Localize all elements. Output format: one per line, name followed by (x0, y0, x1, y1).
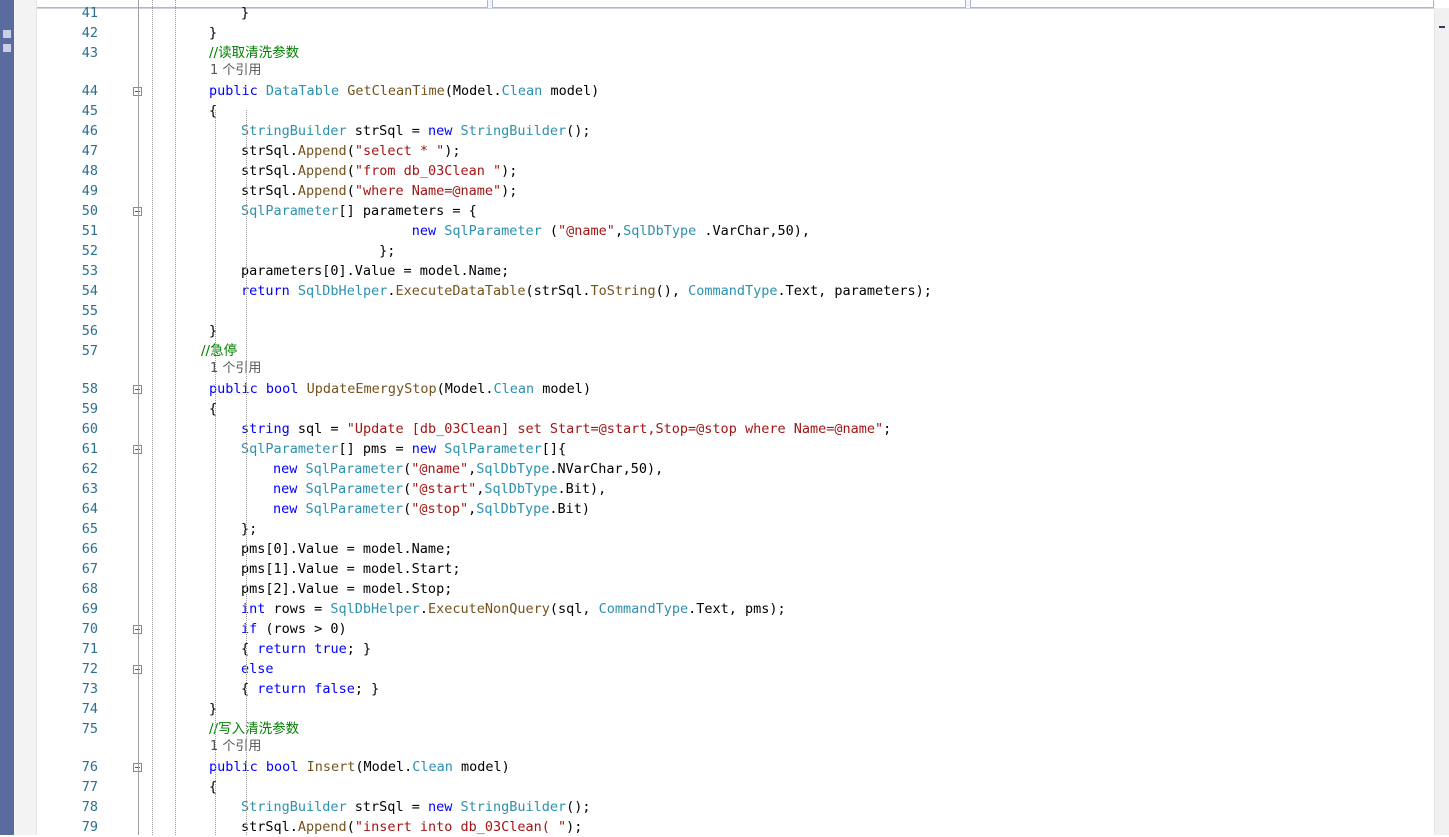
code-line[interactable]: public bool Insert(Model.Clean model) (209, 757, 510, 777)
line-number: 46 (81, 123, 98, 139)
indent-guide (175, 0, 176, 835)
code-line[interactable]: strSql.Append("select * "); (241, 141, 461, 161)
line-number: 62 (81, 461, 98, 477)
code-line[interactable]: if (rows > 0) (241, 619, 347, 639)
line-number: 51 (81, 223, 98, 239)
code-line[interactable]: }; (241, 241, 395, 261)
code-line[interactable]: StringBuilder strSql = new StringBuilder… (241, 797, 591, 817)
indent-guide (152, 0, 153, 835)
line-number: 42 (81, 25, 98, 41)
code-line[interactable]: pms[2].Value = model.Stop; (241, 579, 452, 599)
line-number: 68 (81, 581, 98, 597)
code-line[interactable]: SqlParameter[] parameters = { (241, 201, 477, 221)
code-line[interactable]: strSql.Append("from db_03Clean "); (241, 161, 517, 181)
line-number: 53 (81, 263, 98, 279)
line-number: 49 (81, 183, 98, 199)
code-line[interactable]: SqlParameter[] pms = new SqlParameter[]{ (241, 439, 566, 459)
line-number: 47 (81, 143, 98, 159)
indent-guide (215, 110, 216, 835)
code-line[interactable]: new SqlParameter("@start",SqlDbType.Bit)… (273, 479, 606, 499)
line-number: 65 (81, 521, 98, 537)
line-number: 58 (81, 381, 98, 397)
editor-glyph-margin (14, 0, 37, 835)
code-line[interactable]: } (209, 23, 217, 43)
type-dropdown[interactable] (492, 0, 966, 8)
line-number: 55 (81, 303, 98, 319)
code-line[interactable]: //急停 (201, 341, 237, 361)
line-number: 41 (81, 5, 98, 21)
line-number: 69 (81, 601, 98, 617)
indent-guide (246, 110, 247, 835)
line-number: 57 (81, 343, 98, 359)
code-line[interactable]: public DataTable GetCleanTime(Model.Clea… (209, 81, 599, 101)
line-number: 66 (81, 541, 98, 557)
line-number: 52 (81, 243, 98, 259)
reference-count-codelens[interactable]: 1 个引用 (210, 738, 261, 756)
code-line[interactable]: } (241, 3, 249, 23)
code-line[interactable]: public bool UpdateEmergyStop(Model.Clean… (209, 379, 591, 399)
editor-navigation-bar (14, 0, 1435, 9)
line-number: 63 (81, 481, 98, 497)
member-dropdown[interactable] (970, 0, 1434, 8)
line-number: 78 (81, 799, 98, 815)
line-number: 72 (81, 661, 98, 677)
line-number: 56 (81, 323, 98, 339)
code-line[interactable]: }; (241, 519, 257, 539)
code-line[interactable]: new SqlParameter ("@name",SqlDbType .Var… (241, 221, 810, 241)
line-number: 74 (81, 701, 98, 717)
line-number: 76 (81, 759, 98, 775)
code-line[interactable]: //写入清洗参数 (209, 719, 299, 739)
code-line[interactable]: { return true; } (241, 639, 371, 659)
code-line[interactable]: string sql = "Update [db_03Clean] set St… (241, 419, 891, 439)
code-line[interactable]: //读取清洗参数 (209, 43, 299, 63)
line-number: 73 (81, 681, 98, 697)
line-number: 43 (81, 45, 98, 61)
line-number: 61 (81, 441, 98, 457)
reference-count-codelens[interactable]: 1 个引用 (210, 360, 261, 378)
line-number: 70 (81, 621, 98, 637)
code-line[interactable]: new SqlParameter("@stop",SqlDbType.Bit) (273, 499, 590, 519)
line-number: 54 (81, 283, 98, 299)
code-line[interactable]: strSql.Append("insert into db_03Clean( "… (241, 817, 582, 837)
line-number: 67 (81, 561, 98, 577)
line-number: 71 (81, 641, 98, 657)
code-line[interactable]: pms[1].Value = model.Start; (241, 559, 460, 579)
line-number: 75 (81, 721, 98, 737)
outline-fold-line (138, 0, 139, 835)
code-line[interactable]: return SqlDbHelper.ExecuteDataTable(strS… (241, 281, 932, 301)
code-line[interactable]: StringBuilder strSql = new StringBuilder… (241, 121, 591, 141)
reference-count-codelens[interactable]: 1 个引用 (210, 62, 261, 80)
line-number: 79 (81, 819, 98, 835)
line-number: 64 (81, 501, 98, 517)
vertical-scrollbar[interactable] (1434, 8, 1449, 835)
code-line[interactable]: strSql.Append("where Name=@name"); (241, 181, 517, 201)
line-number: 77 (81, 779, 98, 795)
left-activity-strip (0, 0, 14, 835)
code-line[interactable]: pms[0].Value = model.Name; (241, 539, 452, 559)
line-number: 45 (81, 103, 98, 119)
code-line[interactable]: new SqlParameter("@name",SqlDbType.NVarC… (273, 459, 663, 479)
line-number: 60 (81, 421, 98, 437)
line-number: 44 (81, 83, 98, 99)
code-line[interactable]: int rows = SqlDbHelper.ExecuteNonQuery(s… (241, 599, 786, 619)
line-number: 48 (81, 163, 98, 179)
line-number: 59 (81, 401, 98, 417)
code-line[interactable]: parameters[0].Value = model.Name; (241, 261, 509, 281)
line-number: 50 (81, 203, 98, 219)
code-line[interactable]: { return false; } (241, 679, 379, 699)
